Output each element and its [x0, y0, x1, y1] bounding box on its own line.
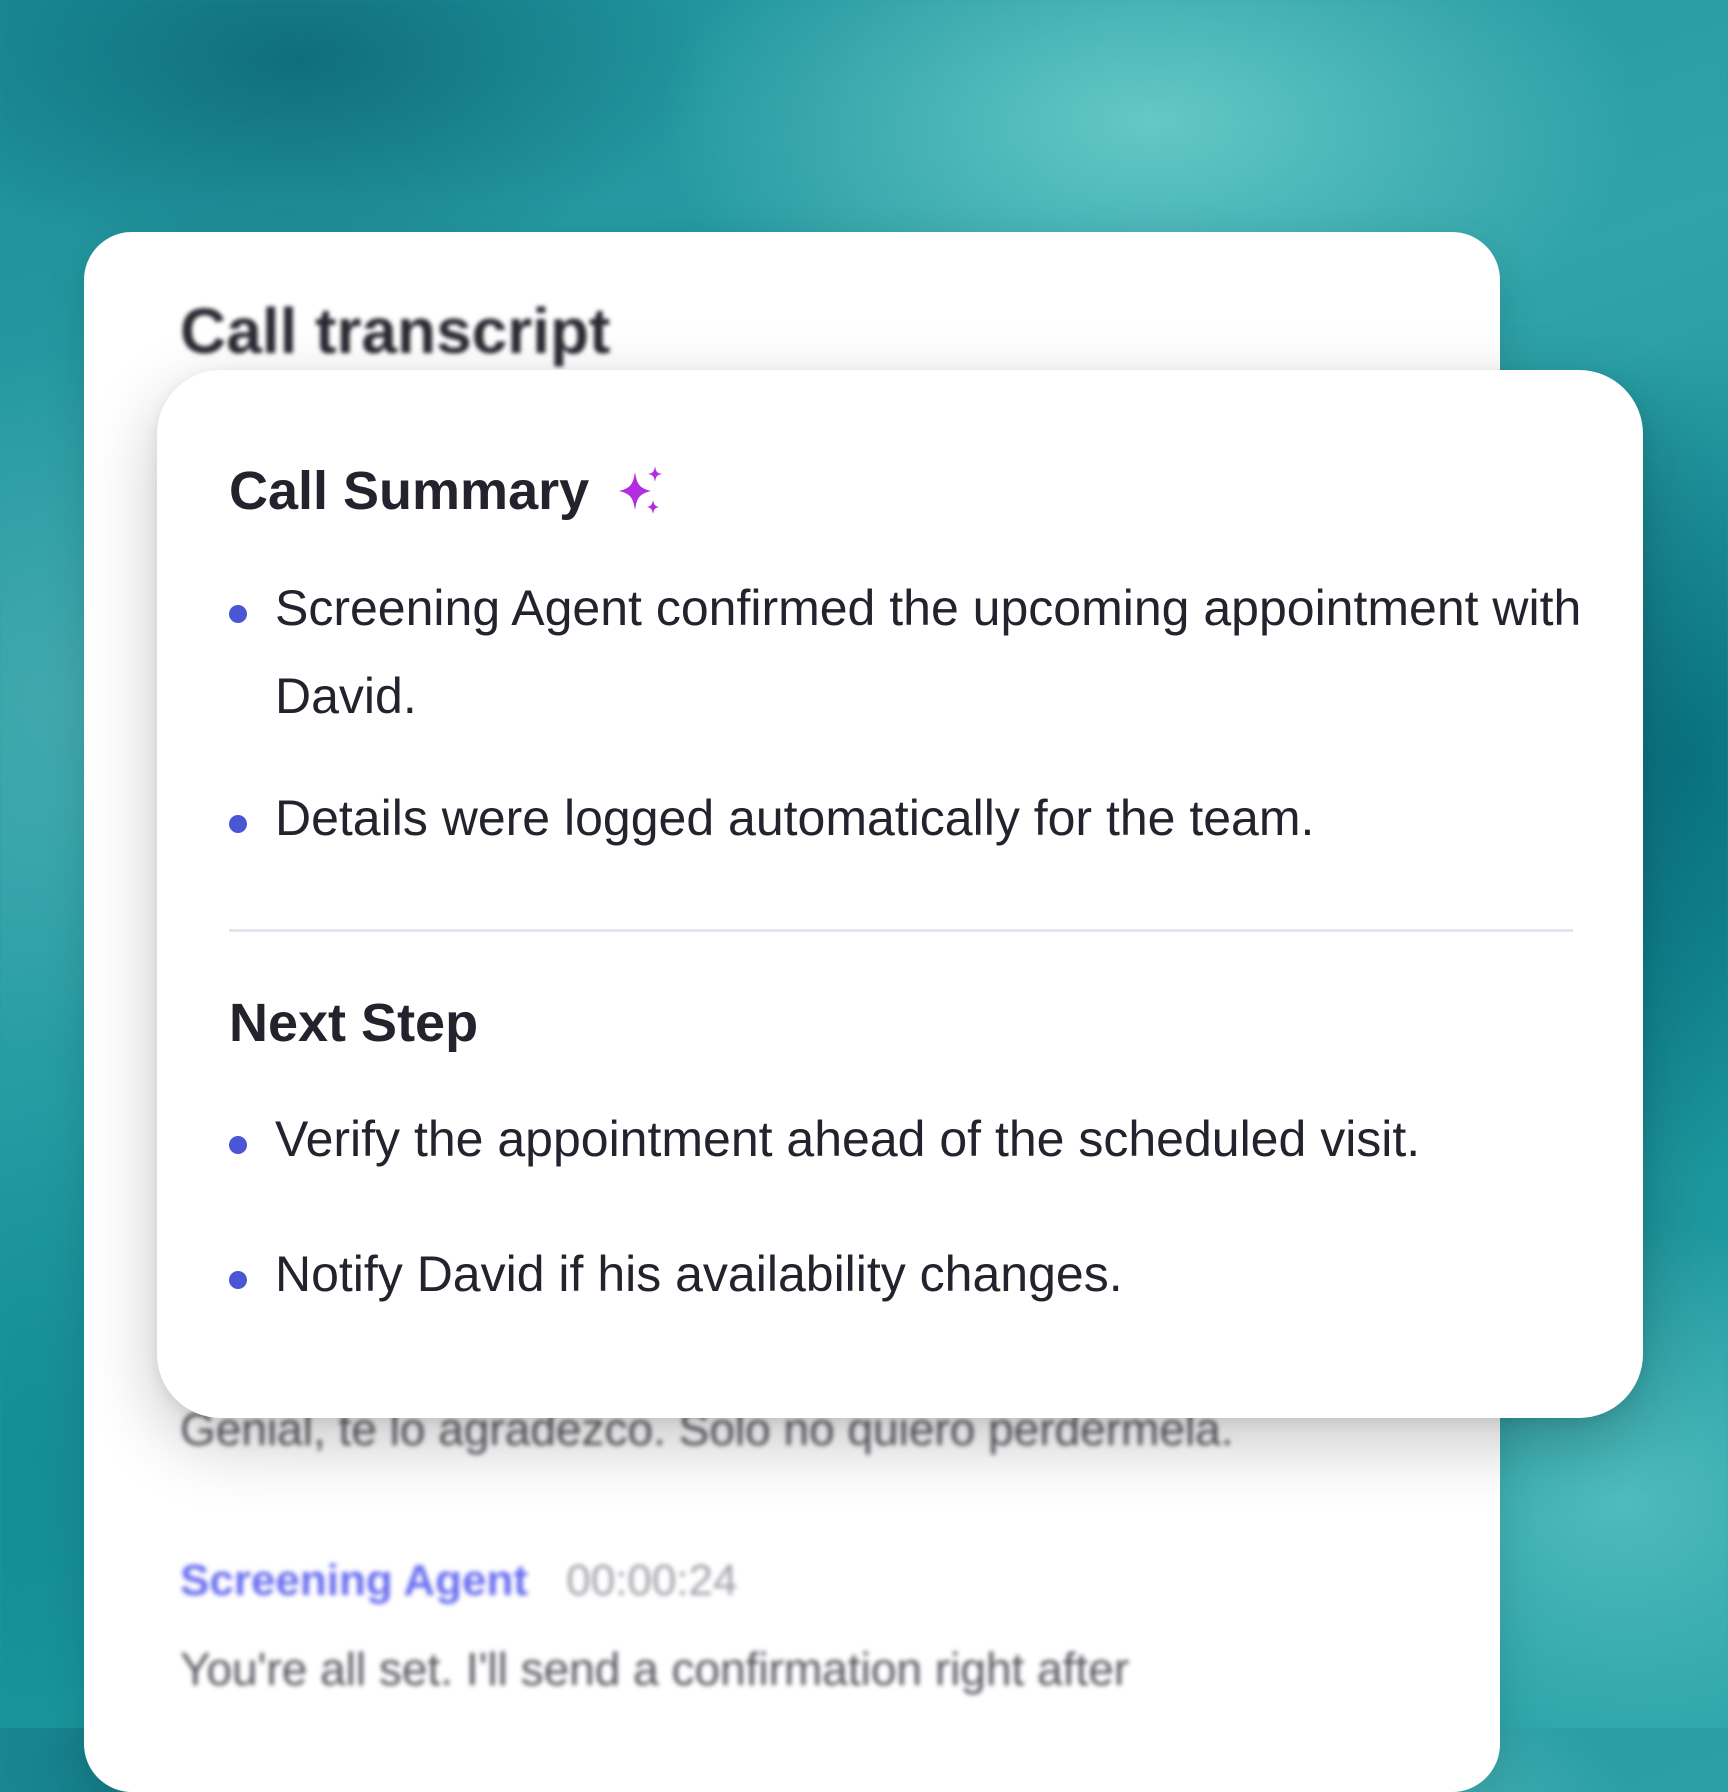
- summary-list-item: Screening Agent confirmed the upcoming a…: [229, 578, 1589, 740]
- next-step-item-text: Notify David if his availability changes…: [275, 1246, 1123, 1302]
- next-step-heading: Next Step: [229, 993, 479, 1053]
- next-step-list-item: Notify David if his availability changes…: [229, 1244, 1589, 1318]
- summary-list-item: Details were logged automatically for th…: [229, 788, 1589, 862]
- sparkle-icon: [619, 465, 663, 514]
- next-step-item-text: Verify the appointment ahead of the sche…: [275, 1111, 1421, 1167]
- summary-item-text: Details were logged automatically for th…: [275, 790, 1315, 846]
- call-summary-heading: Call Summary: [229, 460, 667, 522]
- message-timestamp: 00:00:24: [566, 1556, 738, 1605]
- call-summary-card: Call Summary Screening Agent confirmed t…: [157, 370, 1643, 1418]
- summary-item-text: Screening Agent confirmed the upcoming a…: [275, 580, 1582, 724]
- call-summary-title: Call Summary: [229, 461, 590, 521]
- transcript-message: You're all set. I'll send a confirmation…: [180, 1643, 1130, 1695]
- bullet-icon: [229, 1136, 247, 1154]
- bullet-icon: [229, 1271, 247, 1289]
- transcript-speaker-row: Screening Agent 00:00:24: [180, 1556, 738, 1606]
- bullet-icon: [229, 815, 247, 833]
- transcript-title: Call transcript: [180, 295, 611, 367]
- next-step-list-item: Verify the appointment ahead of the sche…: [229, 1109, 1589, 1183]
- section-divider: [229, 929, 1573, 932]
- speaker-name: Screening Agent: [180, 1556, 528, 1605]
- bullet-icon: [229, 605, 247, 623]
